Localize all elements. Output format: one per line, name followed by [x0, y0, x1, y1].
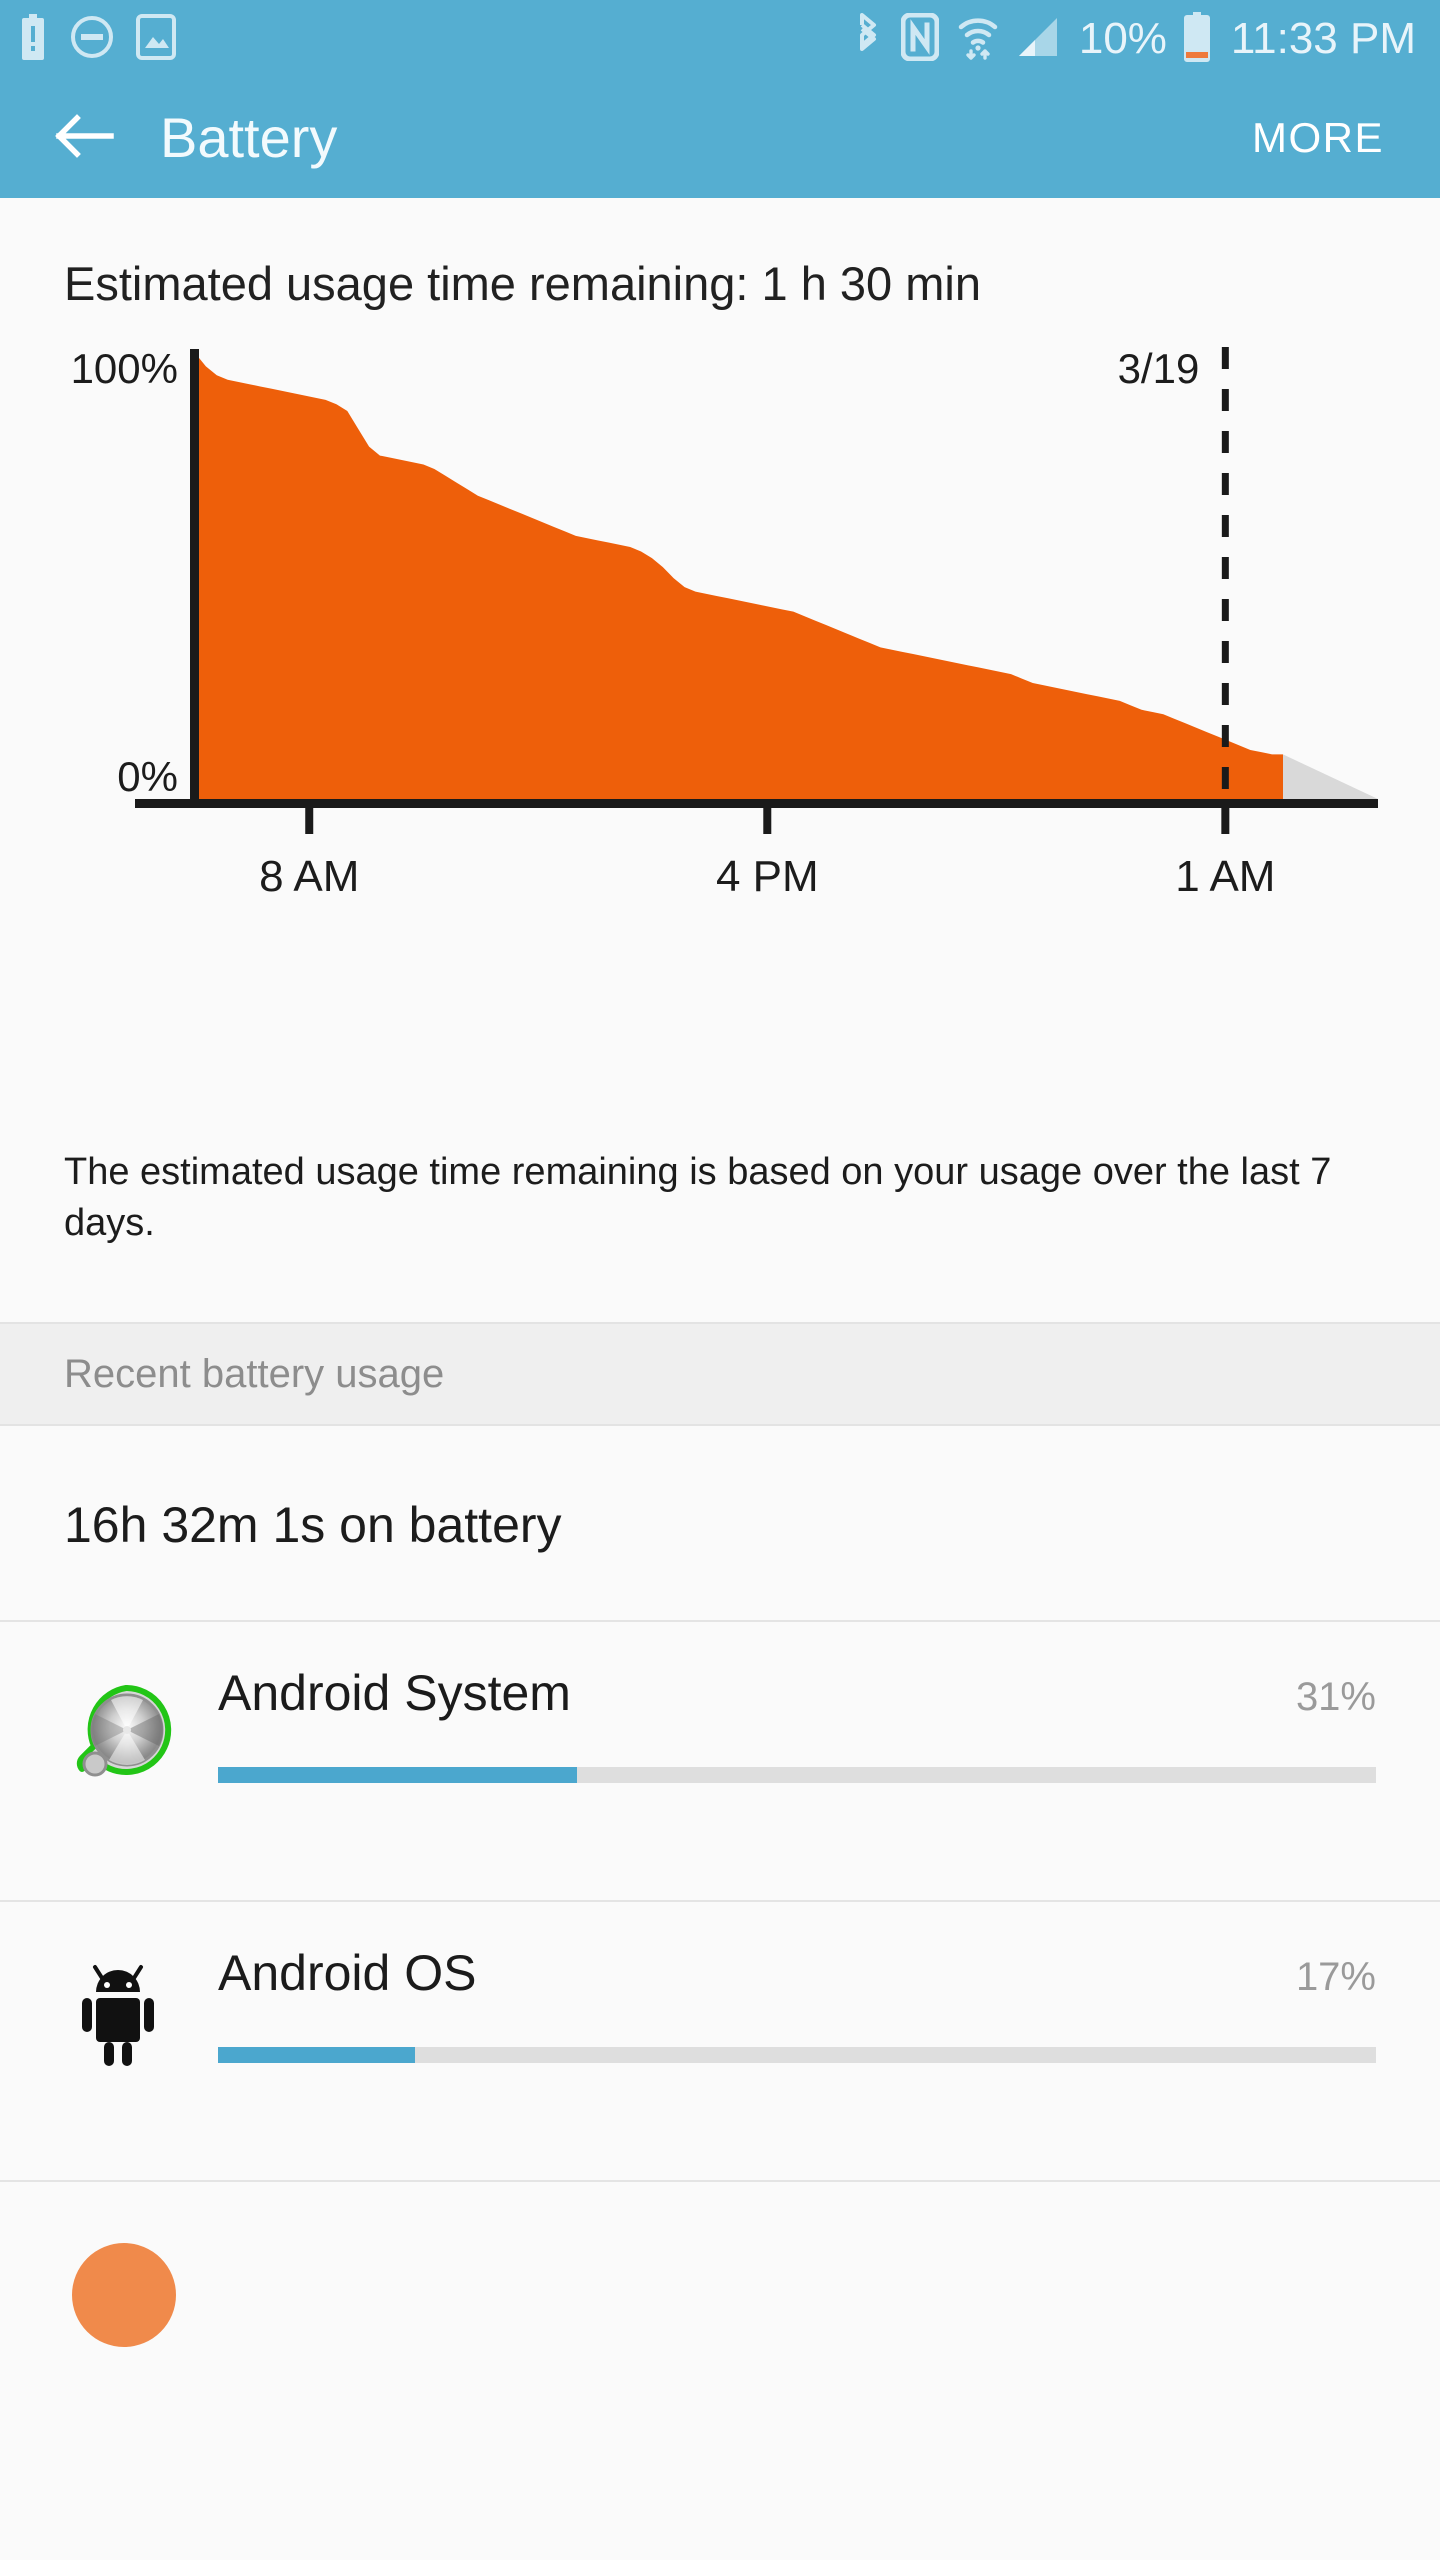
section-header-label: Recent battery usage — [64, 1351, 445, 1396]
app-icon — [64, 1946, 184, 2075]
chart-x-tick — [1221, 808, 1230, 834]
chart-x-tick-label: 1 AM — [1175, 852, 1275, 901]
chart-x-tick — [763, 808, 772, 834]
app-bar: Battery MORE — [0, 78, 1440, 198]
orange-app-icon — [69, 2240, 179, 2355]
samsung-android-system-icon — [69, 1680, 179, 1795]
chart-x-tick — [305, 808, 314, 834]
chart-projection-area — [1283, 754, 1378, 799]
status-bar-right-icons: 10% 11:33 PM — [853, 11, 1416, 67]
chart-x-axis — [135, 799, 1378, 808]
chart-y-axis — [190, 349, 199, 799]
recent-battery-usage-header: Recent battery usage — [0, 1321, 1440, 1426]
back-arrow-icon — [53, 111, 115, 166]
more-button[interactable]: MORE — [1234, 103, 1402, 173]
chart-battery-area — [195, 353, 1283, 799]
list-item-header: Android System 31% — [218, 1664, 1376, 1721]
usage-progress-bar — [218, 1766, 1376, 1783]
android-robot-icon — [74, 1960, 174, 2075]
page-title: Battery — [160, 106, 338, 169]
list-item-body: Android System 31% — [218, 1664, 1376, 1783]
usage-percent-label: 31% — [1295, 1674, 1376, 1719]
app-icon — [64, 1666, 184, 1795]
clock-label: 11:33 PM — [1230, 14, 1416, 63]
estimated-usage-label: Estimated usage time remaining: 1 h 30 m… — [64, 257, 981, 310]
app-name-label: Android System — [218, 1664, 571, 1721]
battery-warning-icon — [18, 13, 48, 65]
chart-x-tick-label: 4 PM — [716, 852, 819, 901]
bluetooth-icon — [853, 12, 883, 66]
nfc-icon — [900, 12, 940, 66]
chart-x-ticks — [305, 808, 1230, 834]
battery-chart-svg: 100% 0% 3/19 8 AM 4 PM 1 AM — [71, 345, 1378, 901]
list-item[interactable]: Android OS 17% — [0, 1899, 1440, 2180]
app-name-label: Android OS — [218, 1944, 477, 2001]
list-item-body: Android OS 17% — [218, 1944, 1376, 2063]
status-bar: 10% 11:33 PM — [0, 0, 1440, 78]
battery-content: Estimated usage time remaining: 1 h 30 m… — [0, 198, 1440, 2355]
back-button[interactable] — [52, 106, 116, 170]
list-item-header: Android OS 17% — [218, 1944, 1376, 2001]
list-item[interactable]: Android System 31% — [0, 1619, 1440, 1900]
wifi-icon — [957, 13, 999, 66]
do-not-disturb-icon — [70, 15, 114, 64]
chart-disclaimer: The estimated usage time remaining is ba… — [64, 1151, 1332, 1245]
battery-usage-list: Android System 31% Android OS 17% — [0, 1619, 1440, 2355]
usage-progress-fill — [218, 2046, 415, 2063]
status-bar-left-icons — [18, 13, 176, 65]
battery-low-icon — [1181, 11, 1213, 67]
usage-progress-fill — [218, 1766, 577, 1783]
cellular-signal-icon — [1017, 14, 1061, 65]
chart-y-label-100: 100% — [71, 345, 178, 392]
chart-date-annotation: 3/19 — [1118, 345, 1200, 392]
list-item[interactable] — [0, 2179, 1440, 2355]
chart-x-tick-label: 8 AM — [259, 852, 359, 901]
on-battery-duration-label: 16h 32m 1s on battery — [64, 1496, 562, 1553]
usage-percent-label: 17% — [1295, 1954, 1376, 1999]
usage-progress-bar — [218, 2046, 1376, 2063]
chart-y-label-0: 0% — [117, 753, 178, 800]
battery-percent-label: 10% — [1078, 14, 1167, 63]
battery-history-chart: 100% 0% 3/19 8 AM 4 PM 1 AM — [0, 335, 1440, 1135]
chart-x-tick-labels: 8 AM 4 PM 1 AM — [259, 852, 1275, 901]
screenshot-captured-icon — [136, 13, 176, 65]
app-icon — [64, 2226, 184, 2355]
